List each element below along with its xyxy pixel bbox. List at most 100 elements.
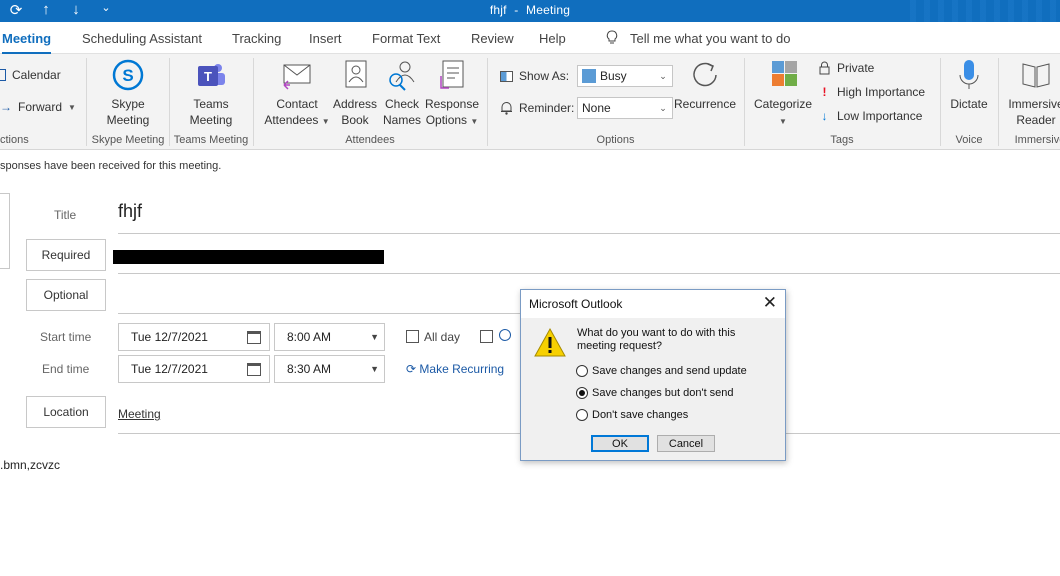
skype-icon: S (112, 59, 144, 91)
option-send-update[interactable]: Save changes and send update (576, 365, 747, 377)
forward-button[interactable]: → Forward ▼ (0, 100, 76, 114)
group-label-options: Options (596, 134, 635, 146)
check-names-icon (389, 61, 415, 91)
calendar-button[interactable]: Calendar (0, 68, 61, 82)
check-label-1: Check (384, 97, 419, 111)
show-as-icon (500, 70, 513, 82)
make-recurring-link[interactable]: ⟳ Make Recurring (406, 362, 504, 376)
calendar-icon (0, 69, 6, 81)
radio-dont-send[interactable] (576, 387, 588, 399)
dialog-title-bar: Microsoft Outlook ✕ (521, 290, 785, 318)
option-dont-send[interactable]: Save changes but don't send (576, 387, 734, 399)
radio-send-update[interactable] (576, 365, 588, 377)
address-book-button[interactable]: Address Book (332, 58, 378, 128)
skype-label-1: Skype (111, 97, 145, 111)
end-time-dropdown[interactable]: 8:30 AM ▼ (274, 355, 385, 383)
location-input[interactable]: Meeting (118, 407, 161, 421)
response-label-1: Response (424, 97, 480, 111)
ribbon: Calendar → Forward ▼ ctions S Skype Meet… (0, 54, 1060, 150)
ok-button[interactable]: OK (591, 435, 649, 452)
high-importance-button[interactable]: ! High Importance (818, 85, 926, 99)
response-options-button[interactable]: Response Options ▼ (424, 58, 480, 130)
show-as-label: Show As: (519, 69, 570, 83)
dictate-button[interactable]: Dictate (944, 58, 994, 112)
tab-meeting[interactable]: Meeting (2, 31, 52, 55)
tab-format-text[interactable]: Format Text (372, 31, 440, 46)
address-label-2: Book (341, 113, 369, 127)
private-button[interactable]: Private (818, 61, 874, 75)
categorize-label: Categorize (753, 97, 813, 111)
busy-swatch (582, 69, 596, 83)
envelope-icon (283, 64, 311, 90)
recurrence-button[interactable]: Recurrence (674, 58, 736, 112)
immersive-reader-button[interactable]: Immersive Reader (1004, 58, 1060, 128)
tab-scheduling-assistant[interactable]: Scheduling Assistant (82, 31, 202, 46)
tab-help[interactable]: Help (539, 31, 566, 46)
end-date-value: Tue 12/7/2021 (131, 362, 208, 376)
close-icon[interactable]: ✕ (763, 293, 777, 313)
private-label: Private (837, 61, 875, 75)
response-options-icon (440, 60, 464, 89)
all-day-checkbox[interactable] (406, 330, 419, 343)
reminder-dropdown[interactable]: None ⌄ (577, 97, 673, 119)
dialog-title: Microsoft Outlook (529, 297, 623, 311)
calendar-icon[interactable] (247, 363, 261, 376)
option-dont-save[interactable]: Don't save changes (576, 409, 688, 421)
radio-dont-save[interactable] (576, 409, 588, 421)
skype-meeting-button[interactable]: S Skype Meeting (100, 58, 156, 128)
check-names-button[interactable]: Check Names (380, 58, 424, 128)
optional-underline (118, 313, 520, 314)
optional-button[interactable]: Optional (26, 279, 106, 311)
ribbon-separator (744, 58, 745, 146)
ribbon-separator (253, 58, 254, 146)
low-importance-button[interactable]: ↓ Low Importance (818, 109, 923, 123)
location-button[interactable]: Location (26, 396, 106, 428)
lightbulb-icon (606, 30, 618, 44)
teams-label-2: Meeting (189, 113, 233, 127)
tell-me-text: Tell me what you want to do (630, 30, 791, 46)
show-as-dropdown[interactable]: Busy ⌄ (577, 65, 673, 87)
tell-me-search[interactable]: Tell me what you want to do (606, 30, 790, 46)
categorize-button[interactable]: Categorize ▼ (752, 58, 814, 130)
show-as-label-group: Show As: (500, 69, 569, 83)
required-button[interactable]: Required (26, 239, 106, 271)
bell-icon (501, 102, 512, 115)
recurrence-icon (693, 62, 717, 87)
ribbon-tabs: Meeting Scheduling Assistant Tracking In… (0, 22, 1060, 55)
immersive-label-2: Reader (1016, 113, 1056, 127)
message-body[interactable]: .bmn,zcvzc (0, 458, 60, 472)
start-date-input[interactable]: Tue 12/7/2021 (118, 323, 270, 351)
group-label-skype: Skype Meeting (91, 134, 165, 146)
send-button-edge[interactable] (0, 193, 10, 269)
group-label-attendees: Attendees (345, 134, 395, 146)
globe-icon (499, 329, 511, 341)
group-label-teams: Teams Meeting (173, 134, 249, 146)
start-time-value: 8:00 AM (287, 330, 332, 344)
cancel-button[interactable]: Cancel (657, 435, 715, 452)
high-importance-label: High Importance (837, 85, 926, 99)
low-importance-label: Low Importance (837, 109, 923, 123)
recurrence-label: Recurrence (674, 97, 737, 111)
dictate-label: Dictate (950, 97, 988, 111)
teams-meeting-button[interactable]: T Teams Meeting (182, 58, 240, 128)
make-recurring-label: Make Recurring (419, 362, 505, 376)
tab-insert[interactable]: Insert (309, 31, 342, 46)
group-label-voice: Voice (955, 134, 983, 146)
chevron-down-icon: ▼ (68, 102, 76, 112)
title-input[interactable]: fhjf (118, 201, 142, 222)
calendar-icon[interactable] (247, 331, 261, 344)
contact-attendees-button[interactable]: Contact Attendees ▼ (262, 58, 332, 130)
option-send-update-label: Save changes and send update (592, 365, 747, 377)
tab-tracking[interactable]: Tracking (232, 31, 281, 46)
window-title-separator: - (514, 3, 519, 17)
contact-label-2: Attendees (264, 113, 319, 127)
title-label: Title (54, 208, 77, 222)
end-date-input[interactable]: Tue 12/7/2021 (118, 355, 270, 383)
teams-label-1: Teams (193, 97, 229, 111)
reminder-label: Reminder: (519, 101, 575, 115)
chevron-down-icon: ▼ (370, 332, 379, 342)
time-zones-checkbox[interactable] (480, 330, 493, 343)
start-time-dropdown[interactable]: 8:00 AM ▼ (274, 323, 385, 351)
tab-review[interactable]: Review (471, 31, 514, 46)
show-as-value: Busy (600, 69, 627, 83)
